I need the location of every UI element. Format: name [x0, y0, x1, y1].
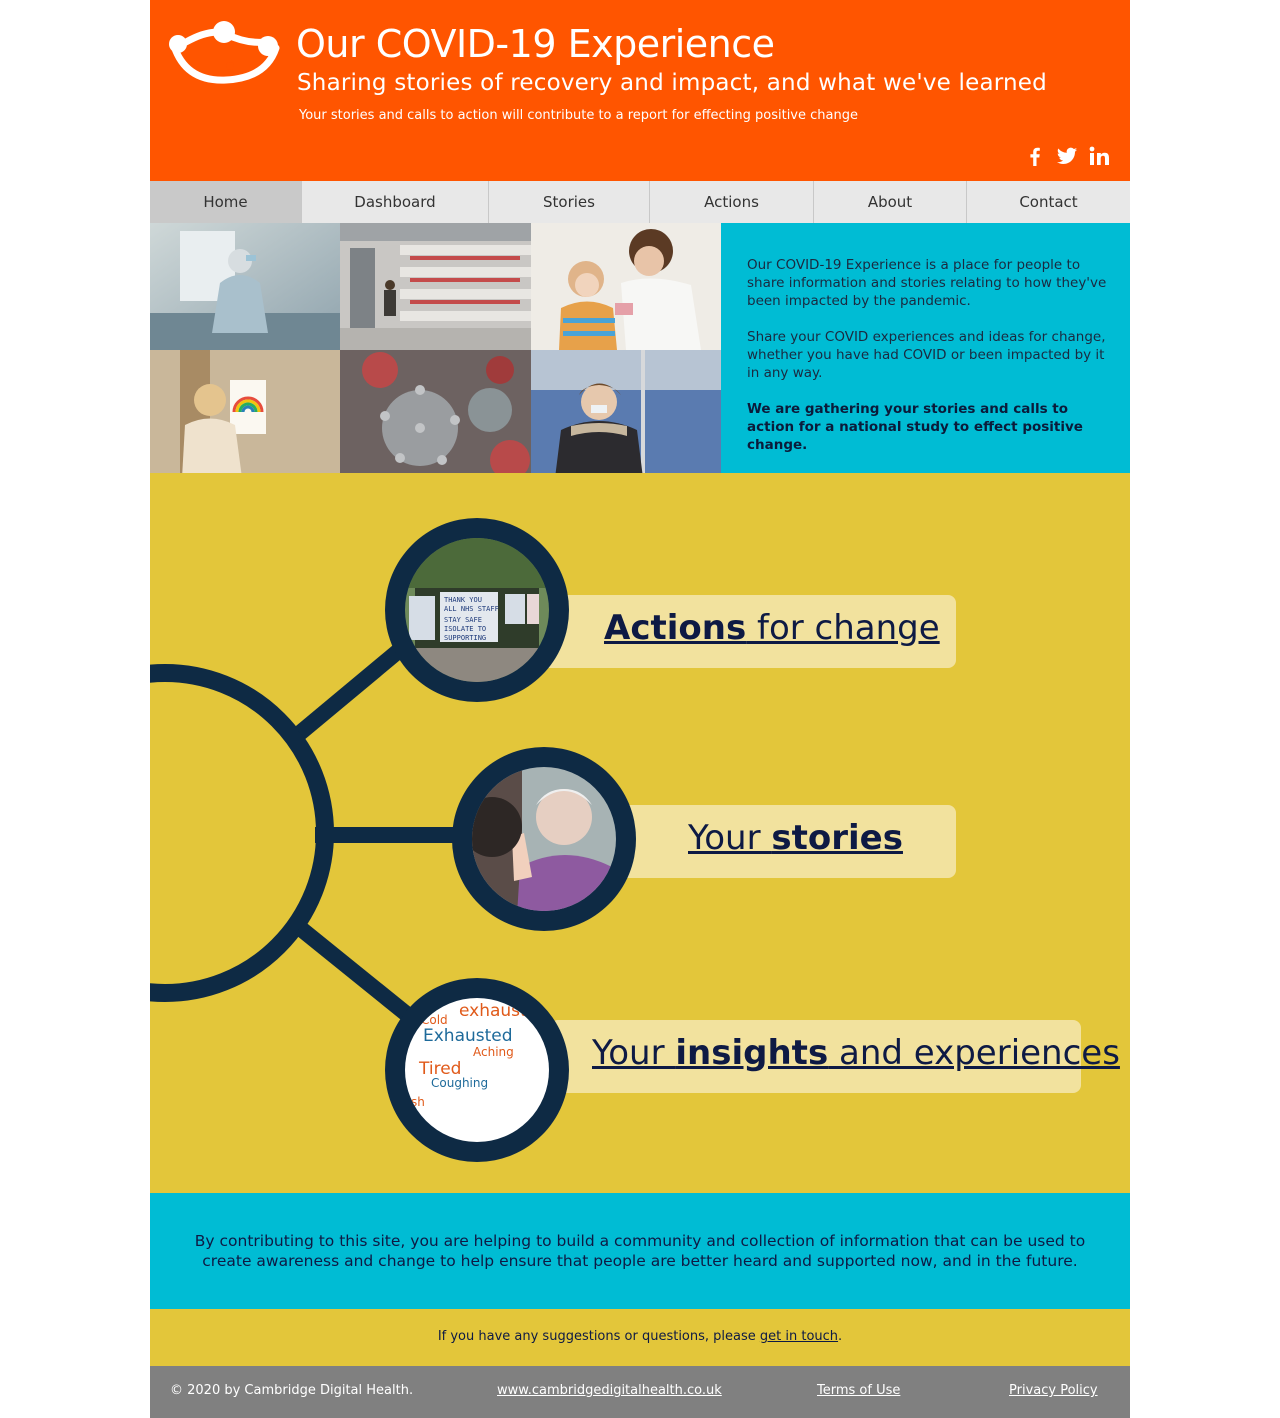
sign-line-2: ALL NHS STAFF — [444, 605, 499, 613]
virus-photo — [340, 350, 531, 478]
sign-line-4: ISOLATE TO — [444, 625, 486, 633]
insights-circle-image[interactable]: exhaust Cold Exhausted Aching Tired Coug… — [385, 978, 569, 1162]
insights-link[interactable]: Your insights and experiences — [592, 1033, 1120, 1073]
stories-link-pre: Your — [688, 818, 772, 858]
website-link[interactable]: www.cambridgedigitalhealth.co.uk — [497, 1383, 722, 1398]
site-subtitle: Sharing stories of recovery and impact, … — [297, 70, 1047, 96]
contact-strip-lead: If you have any suggestions or questions… — [437, 1329, 760, 1344]
family-photo — [531, 223, 721, 350]
actions-link-bold: Actions — [604, 608, 747, 648]
photo-grid — [150, 223, 721, 478]
copyright-text: © 2020 by Cambridge Digital Health. — [170, 1383, 414, 1398]
logo-icon[interactable] — [166, 18, 282, 86]
terms-link[interactable]: Terms of Use — [817, 1383, 900, 1398]
insights-link-pre: Your — [592, 1033, 676, 1073]
nav-actions[interactable]: Actions — [650, 181, 814, 223]
insights-link-bold: insights — [675, 1033, 829, 1073]
insights-link-rest: and experiences — [828, 1033, 1120, 1073]
main-nav: Home Dashboard Stories Actions About Con… — [150, 181, 1130, 223]
supermarket-photo — [340, 223, 531, 350]
facebook-icon[interactable] — [1024, 145, 1046, 167]
nav-home[interactable]: Home — [150, 181, 302, 223]
sign-line-1: THANK YOU — [444, 596, 482, 604]
actions-link[interactable]: Actions for change — [604, 608, 940, 648]
linkedin-icon[interactable] — [1088, 145, 1110, 167]
contact-strip-end: . — [838, 1329, 843, 1344]
privacy-link[interactable]: Privacy Policy — [1009, 1383, 1098, 1398]
contact-strip: If you have any suggestions or questions… — [150, 1309, 1130, 1366]
nav-about[interactable]: About — [814, 181, 967, 223]
get-in-touch-link[interactable]: get in touch — [760, 1329, 838, 1344]
intro-paragraph-3: We are gathering your stories and calls … — [747, 401, 1083, 453]
actions-link-rest: for change — [746, 608, 940, 648]
sign-line-5: SUPPORTING — [444, 634, 486, 642]
rainbow-photo — [150, 350, 340, 478]
intro-paragraph-1: Our COVID-19 Experience is a place for p… — [747, 257, 1107, 309]
site-title: Our COVID-19 Experience — [296, 22, 775, 66]
stories-circle-image[interactable] — [452, 747, 636, 931]
word-exhausted: Exhausted — [423, 1026, 513, 1046]
sign-line-3: STAY SAFE — [444, 616, 482, 624]
nav-dashboard[interactable]: Dashboard — [302, 181, 489, 223]
social-bar — [1024, 145, 1110, 167]
contact-strip-text: If you have any suggestions or questions… — [150, 1329, 1130, 1344]
feature-section: Actions for change Your stories Your ins… — [150, 473, 1130, 1193]
stories-link[interactable]: Your stories — [688, 818, 903, 858]
bus-photo — [531, 350, 721, 478]
word-coughing: Coughing — [431, 1076, 488, 1090]
site-footer: © 2020 by Cambridge Digital Health. www.… — [150, 1366, 1130, 1418]
nav-stories[interactable]: Stories — [489, 181, 650, 223]
intro-text: Our COVID-19 Experience is a place for p… — [747, 256, 1107, 472]
twitter-icon[interactable] — [1056, 145, 1078, 167]
nav-contact[interactable]: Contact — [967, 181, 1130, 223]
mission-text: By contributing to this site, you are he… — [194, 1232, 1086, 1270]
page: Our COVID-19 Experience Sharing stories … — [150, 0, 1130, 1418]
stories-link-bold: stories — [771, 818, 903, 858]
mission-band: By contributing to this site, you are he… — [150, 1193, 1130, 1309]
intro-panel: Our COVID-19 Experience is a place for p… — [721, 223, 1130, 473]
nurse-photo — [150, 223, 340, 350]
word-aching: Aching — [473, 1045, 514, 1059]
actions-circle-image[interactable]: THANK YOU ALL NHS STAFF STAY SAFE ISOLAT… — [385, 518, 569, 702]
site-tagline: Your stories and calls to action will co… — [299, 108, 858, 123]
intro-paragraph-2: Share your COVID experiences and ideas f… — [747, 329, 1106, 381]
site-header: Our COVID-19 Experience Sharing stories … — [150, 0, 1130, 181]
